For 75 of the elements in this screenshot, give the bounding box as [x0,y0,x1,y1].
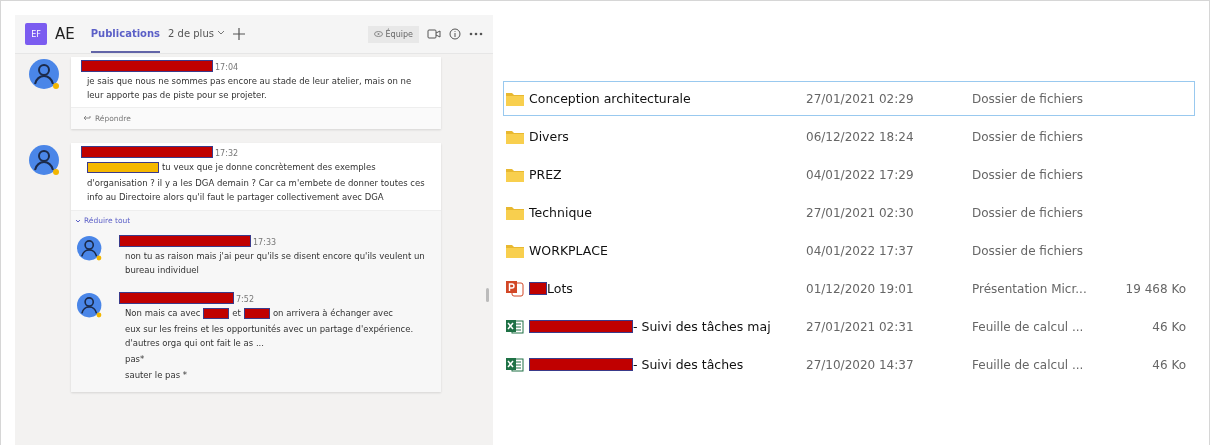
folder-icon [506,167,524,182]
spreadsheet-file-icon [506,356,524,373]
eye-icon [373,31,383,37]
file-date: 04/01/2022 17:37 [806,243,915,258]
add-icon[interactable] [232,28,245,40]
file-date: 27/10/2020 14:37 [806,357,915,372]
message-text: on arrivera à échanger avec [272,307,394,320]
team-avatar: EF [25,23,47,45]
chevron-down-icon [216,30,225,36]
file-date: 06/12/2022 18:24 [806,129,915,144]
folder-icon [506,243,524,258]
avatar-icon [77,236,103,262]
channel-tab[interactable]: 2 de plus [168,15,225,53]
file-name: Conception architecturale [529,91,691,106]
team-name: AE [55,25,75,43]
file-name: Technique [529,205,592,220]
message-text: et [232,307,241,320]
file-row[interactable]: - Suivi des tâches maj 27/01/2021 02:31 Feuille de calcul ... 46 Ko [503,309,1195,344]
file-type: Dossier de fichiers [972,129,1085,144]
message-time: 17:04 [215,63,239,72]
team-button[interactable]: Équipe [367,25,419,43]
avatar-icon [77,293,103,319]
message-text: non tu as raison mais j'ai peur qu'ils se disent encore qu'ils veulent un bureau individuel [125,250,426,277]
avatar-icon [29,145,61,177]
scrollbar-thumb[interactable] [486,288,489,302]
reply-arrow-icon [83,115,91,121]
file-date: 04/01/2022 17:29 [806,167,915,182]
file-type: Présentation Micr... [972,281,1088,296]
file-date: 27/01/2021 02:31 [806,319,915,334]
message-text: sauter le pas * [125,369,189,382]
spreadsheet-file-icon [506,318,524,335]
file-size: 46 Ko [1152,357,1187,372]
channel-tab[interactable]: Publications [90,15,161,53]
file-name: Lots [547,281,573,296]
message-text: d'organisation ? il y a les DGA demain ? Car ca m'embete de donner toutes ces info au Directoire alors qu'il faut le partager collectivement avec DGA [87,177,426,204]
file-size: 19 468 Ko [1125,281,1187,296]
folder-icon [506,205,524,220]
file-type: Feuille de calcul ... [972,319,1085,334]
file-row[interactable]: Divers 06/12/2022 18:24 Dossier de fichiers [503,119,1195,154]
message-time: 7:52 [236,295,254,304]
file-row[interactable]: Technique 27/01/2021 02:30 Dossier de fichiers [503,195,1195,230]
file-row[interactable]: WORKPLACE 04/01/2022 17:37 Dossier de fichiers [503,233,1195,268]
avatar-icon [29,59,61,91]
file-date: 01/12/2020 19:01 [806,281,915,296]
video-call-icon[interactable] [427,28,441,40]
presentation-file-icon [506,280,524,297]
folder-icon [506,129,524,144]
file-row[interactable]: - Suivi des tâches 27/10/2020 14:37 Feuille de calcul ... 46 Ko [503,347,1195,382]
message-time: 17:33 [253,238,277,247]
file-row[interactable]: Conception architecturale 27/01/2021 02:29 Dossier de fichiers [503,81,1195,116]
file-name: - Suivi des tâches maj [633,319,771,334]
file-row[interactable]: PREZ 04/01/2022 17:29 Dossier de fichiers [503,157,1195,192]
message-text: tu veux que je donne concrètement des exemples [162,161,376,174]
file-size: 46 Ko [1152,319,1187,334]
file-name: Divers [529,129,569,144]
file-type: Dossier de fichiers [972,91,1085,106]
chevron-down-icon [75,219,81,223]
file-date: 27/01/2021 02:30 [806,205,915,220]
file-name: PREZ [529,167,562,182]
folder-icon [506,91,524,106]
file-type: Dossier de fichiers [972,243,1085,258]
file-type: Dossier de fichiers [972,205,1085,220]
info-icon[interactable] [449,28,461,40]
message-text: Non mais ca avec [125,307,201,320]
file-type: Dossier de fichiers [972,167,1085,182]
message-time: 17:32 [215,149,239,158]
more-icon[interactable] [469,32,483,36]
message-text: eux sur les freins et les opportunités avec un partage d'expérience. d'autres orga qui ont fait le as ... [125,323,415,350]
file-name: WORKPLACE [529,243,608,258]
message-text: pas* [125,353,146,366]
file-type: Feuille de calcul ... [972,357,1085,372]
file-date: 27/01/2021 02:29 [806,91,915,106]
file-row[interactable]: Lots 01/12/2020 19:01 Présentation Micr... 19 468 Ko [503,271,1195,306]
message-text: je sais que nous ne sommes pas encore au stade de leur atelier, mais on ne leur apporte pas de piste pour se projeter. [87,75,413,102]
file-name: - Suivi des tâches [633,357,744,372]
